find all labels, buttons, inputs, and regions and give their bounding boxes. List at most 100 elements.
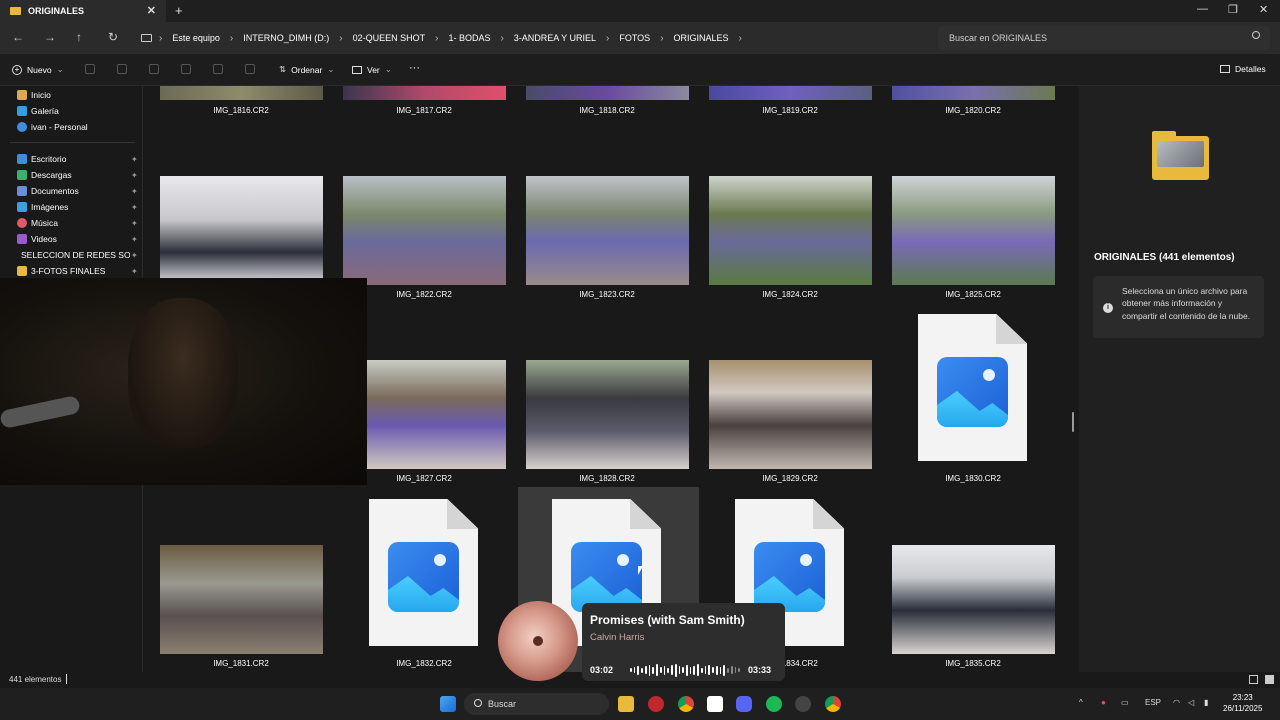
forward-button[interactable]: → xyxy=(44,30,56,44)
thumbnail-view-icon[interactable] xyxy=(1265,675,1274,684)
view-button[interactable]: Ver ⌄ xyxy=(352,64,392,75)
language-indicator[interactable]: ESP xyxy=(1145,698,1161,707)
chevron-right-icon[interactable]: › xyxy=(660,33,663,44)
chevron-up-icon[interactable]: ^ xyxy=(1079,698,1083,707)
new-label: Nuevo xyxy=(27,64,52,75)
chevron-right-icon[interactable]: › xyxy=(230,33,233,44)
command-bar: + Nuevo ⌄ ⇅ Ordenar ⌄ Ver ⌄ ··· Detalles xyxy=(0,54,1280,86)
rename-icon[interactable] xyxy=(181,64,191,74)
chevron-right-icon[interactable]: › xyxy=(159,33,162,44)
chrome-profile-icon[interactable] xyxy=(825,696,841,712)
pin-icon[interactable]: ✦ xyxy=(131,267,138,276)
close-tab-icon[interactable]: ✕ xyxy=(147,4,156,17)
photo-thumbnail xyxy=(160,86,323,100)
sidebar-item-inicio[interactable]: Inicio xyxy=(17,90,51,100)
breadcrumb-bodas[interactable]: 1- BODAS xyxy=(448,33,490,43)
taskbar: Buscar ^ ● ▭ ESP ◠ ◁ ▮ 23:23 26/11/2025 xyxy=(0,688,1280,720)
photo-thumbnail xyxy=(892,86,1055,100)
sidebar-item-onedrive[interactable]: ivan - Personal xyxy=(17,122,88,132)
sidebar-item-imagenes[interactable]: Imágenes xyxy=(17,202,68,212)
taskbar-search[interactable]: Buscar xyxy=(464,693,609,715)
image-file-icon xyxy=(369,499,478,646)
pin-icon[interactable]: ✦ xyxy=(131,155,138,164)
pin-icon[interactable]: ✦ xyxy=(131,203,138,212)
breadcrumb-queen-shot[interactable]: 02-QUEEN SHOT xyxy=(353,33,426,43)
breadcrumb-drive[interactable]: INTERNO_DIMH (D:) xyxy=(243,33,329,43)
chevron-right-icon[interactable]: › xyxy=(339,33,342,44)
more-options-button[interactable]: ··· xyxy=(409,62,420,74)
pin-icon[interactable]: ✦ xyxy=(131,235,138,244)
breadcrumb-andrea-uriel[interactable]: 3-ANDREA Y URIEL xyxy=(514,33,596,43)
waveform-bar xyxy=(671,665,673,675)
sidebar-item-seleccion-redes[interactable]: SELECCION DE REDES SOCIA xyxy=(17,250,130,260)
copy-icon[interactable] xyxy=(117,64,127,74)
folder-icon xyxy=(17,266,27,276)
waveform-bar xyxy=(689,666,692,674)
divider xyxy=(66,674,67,684)
chevron-right-icon[interactable]: › xyxy=(606,33,609,44)
spotify-icon[interactable] xyxy=(766,696,782,712)
wifi-icon[interactable]: ◠ xyxy=(1173,698,1180,707)
volume-icon[interactable]: ◁ xyxy=(1188,698,1194,707)
discord-icon[interactable] xyxy=(736,696,752,712)
delete-icon[interactable] xyxy=(245,64,255,74)
details-title: ORIGINALES (441 elementos) xyxy=(1094,252,1235,263)
home-icon xyxy=(17,90,27,100)
photo-thumbnail xyxy=(160,545,323,654)
microphone-icon[interactable]: ● xyxy=(1101,698,1106,707)
refresh-button[interactable]: ↻ xyxy=(108,30,118,44)
waveform-progress[interactable] xyxy=(630,663,741,677)
display-icon[interactable]: ▭ xyxy=(1121,698,1129,707)
photo-thumbnail xyxy=(709,360,872,469)
file-explorer-icon[interactable] xyxy=(618,696,634,712)
waveform-bar xyxy=(644,666,647,674)
chevron-right-icon[interactable]: › xyxy=(500,33,503,44)
minimize-button[interactable]: — xyxy=(1197,3,1208,15)
pin-icon[interactable]: ✦ xyxy=(131,219,138,228)
chrome-icon[interactable] xyxy=(678,696,694,712)
chevron-right-icon[interactable]: › xyxy=(435,33,438,44)
media-player-popup[interactable]: Promises (with Sam Smith) Calvin Harris … xyxy=(498,601,788,685)
breadcrumb-fotos[interactable]: FOTOS xyxy=(619,33,650,43)
breadcrumb-este-equipo[interactable]: Este equipo xyxy=(172,33,220,43)
new-tab-button[interactable]: + xyxy=(175,3,183,18)
tab-originales[interactable]: ORIGINALES ✕ xyxy=(0,0,166,22)
sidebar-item-fotos-finales[interactable]: 3-FOTOS FINALES xyxy=(17,266,105,276)
sidebar-item-musica[interactable]: Música xyxy=(17,218,58,228)
sidebar-item-videos[interactable]: Videos xyxy=(17,234,57,244)
sidebar-item-descargas[interactable]: Descargas xyxy=(17,170,72,180)
sidebar-item-documentos[interactable]: Documentos xyxy=(17,186,79,196)
close-window-button[interactable]: ✕ xyxy=(1259,3,1268,16)
sidebar-item-escritorio[interactable]: Escritorio xyxy=(17,154,66,164)
cut-icon[interactable] xyxy=(85,64,95,74)
pin-icon[interactable]: ✦ xyxy=(131,171,138,180)
address-bar[interactable]: › Este equipo › INTERNO_DIMH (D:) › 02-Q… xyxy=(133,26,930,50)
battery-icon[interactable]: ▮ xyxy=(1204,698,1208,707)
plus-circle-icon: + xyxy=(12,64,22,75)
details-view-icon[interactable] xyxy=(1249,675,1258,684)
system-clock[interactable]: 23:23 26/11/2025 xyxy=(1223,692,1262,714)
cloud-icon xyxy=(17,122,27,132)
sort-button[interactable]: ⇅ Ordenar ⌄ xyxy=(279,64,334,75)
details-button[interactable]: Detalles xyxy=(1220,64,1266,74)
notion-icon[interactable] xyxy=(707,696,723,712)
sidebar-item-label: Documentos xyxy=(31,186,79,196)
pin-icon[interactable]: ✦ xyxy=(131,187,138,196)
music-icon xyxy=(17,218,27,228)
breadcrumb-originales[interactable]: ORIGINALES xyxy=(674,33,729,43)
waveform-bar xyxy=(652,666,655,674)
up-button[interactable]: ↑ xyxy=(76,30,82,44)
opera-icon[interactable] xyxy=(648,696,664,712)
scrollbar-thumb[interactable] xyxy=(1072,412,1074,432)
maximize-button[interactable]: ❐ xyxy=(1228,3,1238,16)
new-button[interactable]: + Nuevo ⌄ xyxy=(12,64,64,75)
obs-icon[interactable] xyxy=(795,696,811,712)
search-input[interactable]: Buscar en ORIGINALES xyxy=(938,26,1270,50)
back-button[interactable]: ← xyxy=(12,30,24,44)
chevron-right-icon[interactable]: › xyxy=(739,33,742,44)
pin-icon[interactable]: ✦ xyxy=(131,251,138,260)
sidebar-item-galeria[interactable]: Galería xyxy=(17,106,59,116)
start-button-icon[interactable] xyxy=(440,696,456,712)
paste-icon[interactable] xyxy=(149,64,159,74)
share-icon[interactable] xyxy=(213,64,223,74)
